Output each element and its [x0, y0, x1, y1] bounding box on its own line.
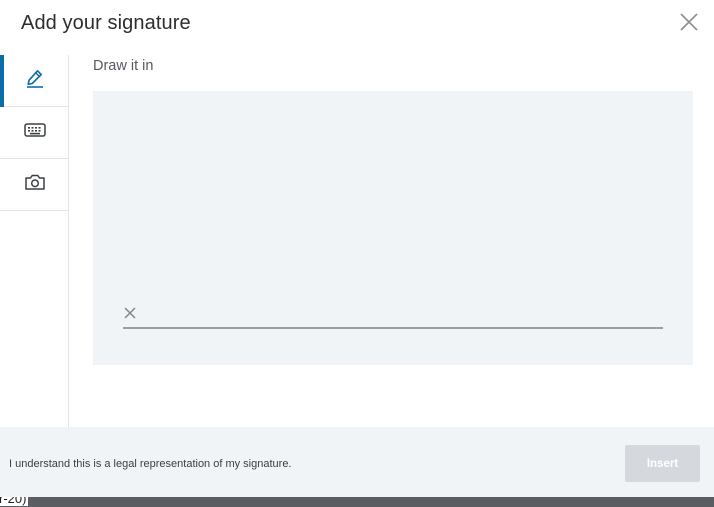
dialog-footer: I understand this is a legal representat… [0, 427, 714, 497]
legal-notice: I understand this is a legal representat… [9, 458, 292, 470]
close-icon[interactable] [678, 11, 700, 33]
background-text-fragment: r-20) [0, 497, 29, 506]
signature-canvas[interactable] [93, 91, 693, 365]
camera-icon [24, 173, 46, 196]
keyboard-icon [23, 122, 46, 143]
signature-method-tabs [0, 55, 69, 427]
insert-button[interactable]: Insert [625, 445, 700, 482]
pen-icon [25, 68, 45, 93]
background-page-strip: r-20) [0, 497, 714, 507]
dialog-title: Add your signature [21, 12, 191, 34]
signature-baseline [123, 327, 663, 329]
draw-section-label: Draw it in [93, 58, 154, 74]
tab-draw[interactable] [0, 55, 69, 107]
tab-upload-photo[interactable] [0, 159, 69, 211]
signature-dialog: Add your signature Draw it in I understa… [0, 0, 714, 497]
tab-type[interactable] [0, 107, 69, 159]
clear-x-icon[interactable] [123, 306, 137, 320]
